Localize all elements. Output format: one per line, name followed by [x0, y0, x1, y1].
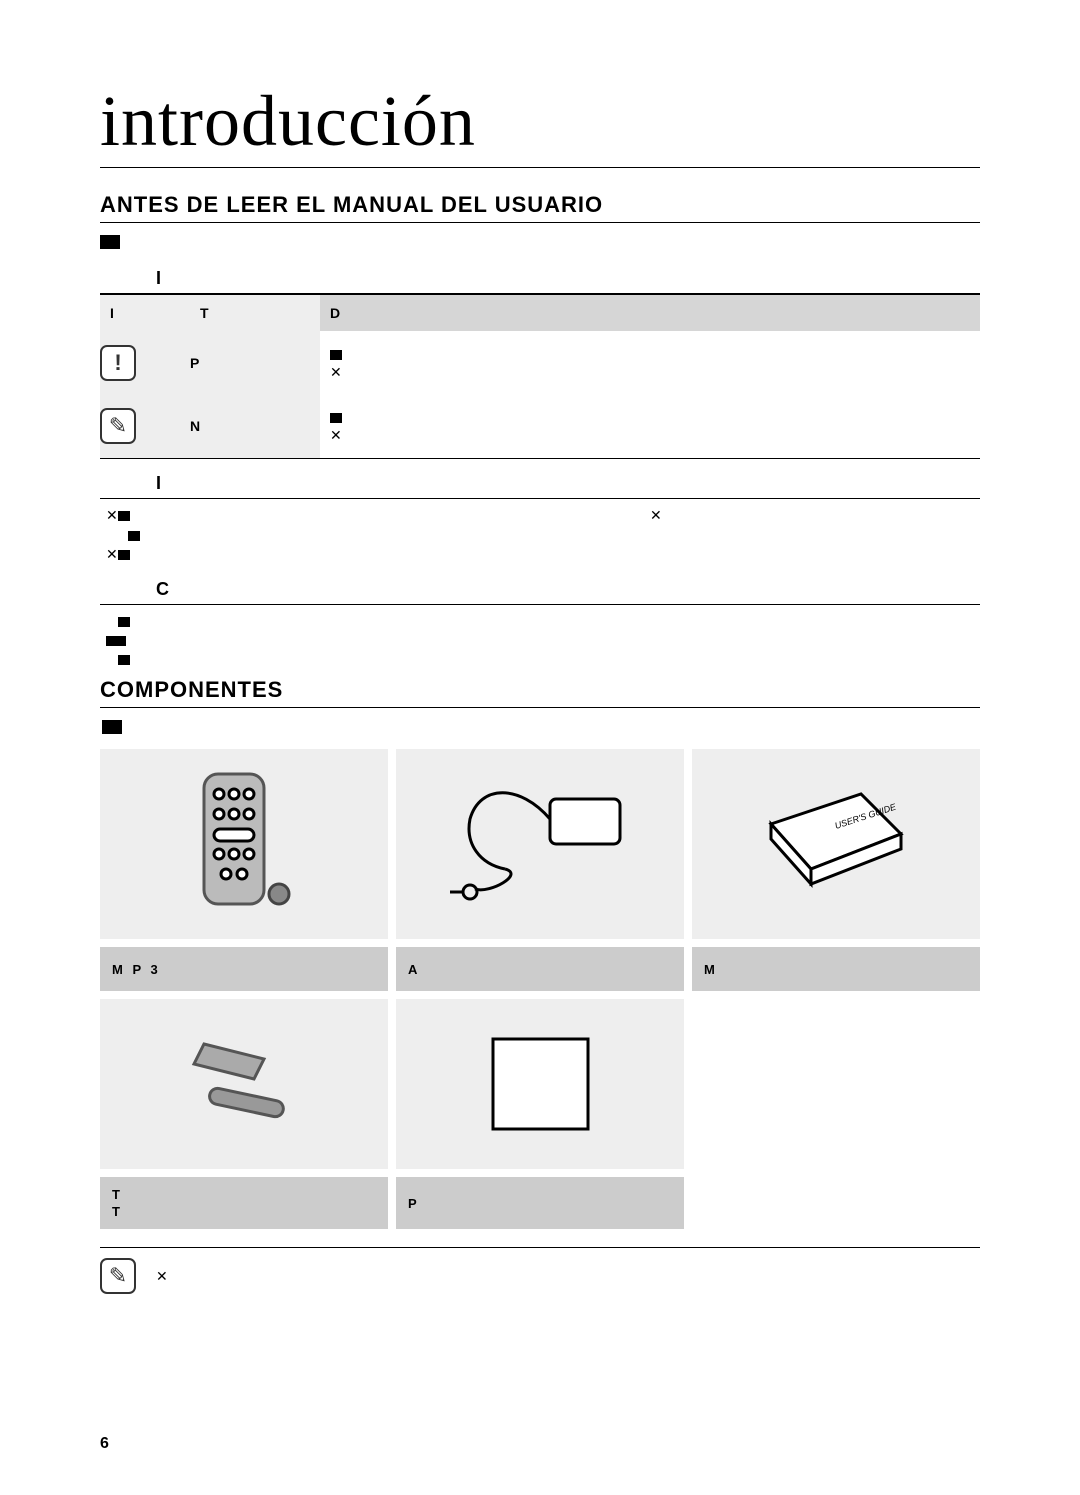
component-label: P — [396, 1177, 684, 1229]
component-screws — [100, 999, 388, 1169]
caution-icon — [100, 345, 136, 381]
th-def: D — [320, 295, 980, 331]
label-line: T — [112, 1204, 122, 1219]
note-icon — [100, 408, 136, 444]
def-cell: ✕ — [320, 395, 980, 459]
note-icon — [100, 1258, 136, 1294]
empty-cell — [692, 1177, 980, 1229]
term-cell: N — [190, 395, 320, 459]
component-label: T T — [100, 1177, 388, 1229]
components-marker — [102, 720, 980, 739]
component-cloth — [396, 999, 684, 1169]
page-number: 6 — [100, 1435, 109, 1453]
empty-cell — [692, 999, 980, 1169]
components-grid: USER'S GUIDE M P 3 A M T T P — [100, 749, 980, 1229]
bullet-block-1: ✕✕ ✕ — [106, 507, 980, 563]
title-text: introducción — [100, 81, 476, 161]
intro-marker — [100, 235, 980, 254]
icons-table: I T D P ✕ N ✕ — [100, 294, 980, 459]
component-label: M P 3 — [100, 947, 388, 991]
table-row: P ✕ — [100, 331, 980, 395]
component-label: M — [692, 947, 980, 991]
sub-heading-icons: I — [100, 262, 980, 294]
section-components-heading: COMPONENTES — [100, 677, 980, 708]
section-before-heading: ANTES DE LEER EL MANUAL DEL USUARIO — [100, 192, 980, 223]
component-remote — [100, 749, 388, 939]
page-title: introducción — [100, 80, 980, 168]
component-adapter — [396, 749, 684, 939]
sub-heading-c: C — [100, 573, 980, 605]
footnote: ✕ — [100, 1247, 980, 1294]
th-icon: I — [100, 295, 190, 331]
th-term: T — [190, 295, 320, 331]
def-cell: ✕ — [320, 331, 980, 395]
bullet-block-2 — [106, 613, 980, 667]
component-manual: USER'S GUIDE — [692, 749, 980, 939]
component-label: A — [396, 947, 684, 991]
term-cell: P — [190, 331, 320, 395]
sub-heading-i: I — [100, 467, 980, 499]
label-line: T — [112, 1187, 122, 1202]
footnote-text: ✕ — [156, 1268, 168, 1285]
table-row: N ✕ — [100, 395, 980, 459]
